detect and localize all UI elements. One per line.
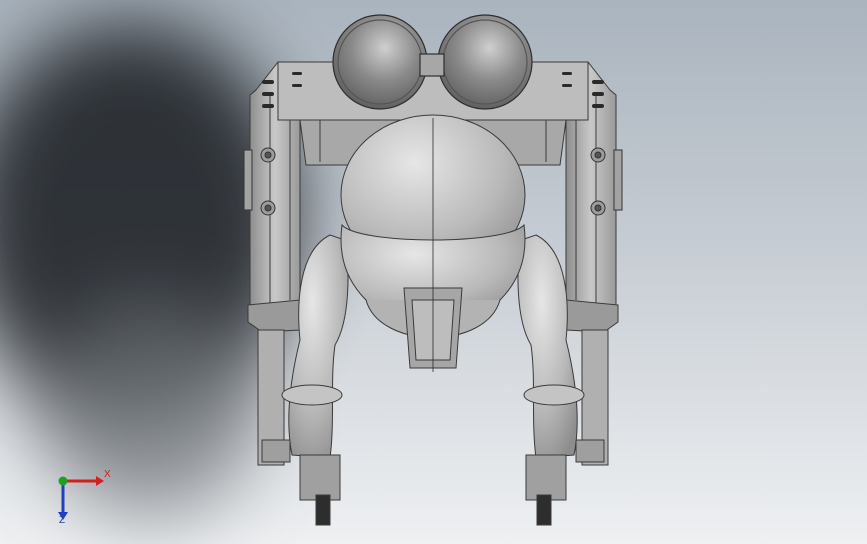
- torso: [340, 114, 526, 372]
- triad-x-label: X: [104, 469, 111, 480]
- model-canvas[interactable]: [0, 0, 867, 544]
- triad-x-arrow: [96, 476, 104, 486]
- graphics-viewport[interactable]: X Z: [0, 0, 867, 544]
- coordinate-triad: [58, 476, 104, 520]
- triad-z-label: Z: [59, 515, 66, 526]
- triad-y-dot: [58, 476, 68, 486]
